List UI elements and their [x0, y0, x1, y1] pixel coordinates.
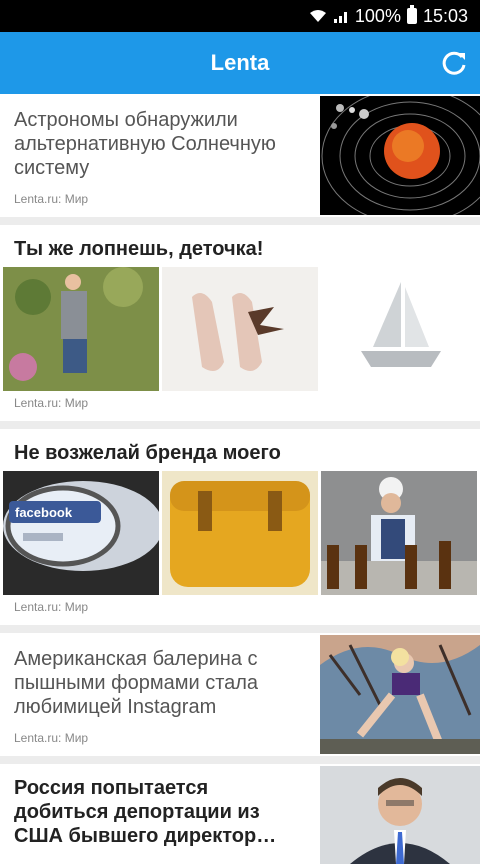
clock: 15:03 — [422, 5, 468, 26]
ballerina-image — [320, 635, 480, 754]
news-headline: Не возжелай бренда моего — [14, 442, 281, 464]
man-with-bottles-image — [321, 471, 477, 595]
battery-icon — [406, 5, 417, 24]
news-source: Lenta.ru: Мир — [14, 600, 89, 614]
solar-system-image — [320, 96, 480, 215]
refresh-icon[interactable] — [438, 47, 470, 79]
battery-percent: 100% — [354, 5, 401, 26]
shoes-image — [162, 267, 318, 391]
signal-icon — [333, 8, 349, 24]
app-bar: Lenta — [0, 32, 480, 94]
news-headline: Астрономы обнаружили альтернативную Солн… — [14, 109, 276, 179]
app-title: Lenta — [210, 50, 270, 75]
news-card[interactable]: Астрономы обнаружили альтернативную Солн… — [0, 94, 480, 217]
man-portrait-image — [320, 766, 480, 864]
child-in-garden-image — [3, 267, 159, 391]
news-headline: Ты же лопнешь, деточка! — [14, 238, 264, 260]
image-strip: facebook — [3, 471, 477, 595]
news-headline: Россия попытается добиться депортации из… — [14, 777, 277, 847]
news-headline: Американская балерина с пышными формами … — [14, 648, 259, 718]
wifi-icon — [309, 8, 327, 24]
silver-boat-image — [321, 267, 477, 391]
news-card[interactable]: Американская балерина с пышными формами … — [0, 633, 480, 756]
status-bar: 100% 15:03 — [0, 0, 480, 32]
yellow-bag-image — [162, 471, 318, 595]
image-strip — [3, 267, 477, 391]
news-source: Lenta.ru: Мир — [14, 731, 89, 745]
news-card[interactable]: Не возжелай бренда моего facebook Lenta.… — [0, 429, 480, 625]
news-card[interactable]: Россия попытается добиться депортации из… — [0, 764, 480, 864]
news-card[interactable]: Ты же лопнешь, деточка! Lenta.ru: Мир — [0, 225, 480, 421]
news-source: Lenta.ru: Мир — [14, 192, 89, 206]
news-source: Lenta.ru: Мир — [14, 396, 89, 410]
facebook-magnifier-image: facebook — [3, 471, 159, 595]
facebook-logo-text: facebook — [15, 505, 73, 520]
